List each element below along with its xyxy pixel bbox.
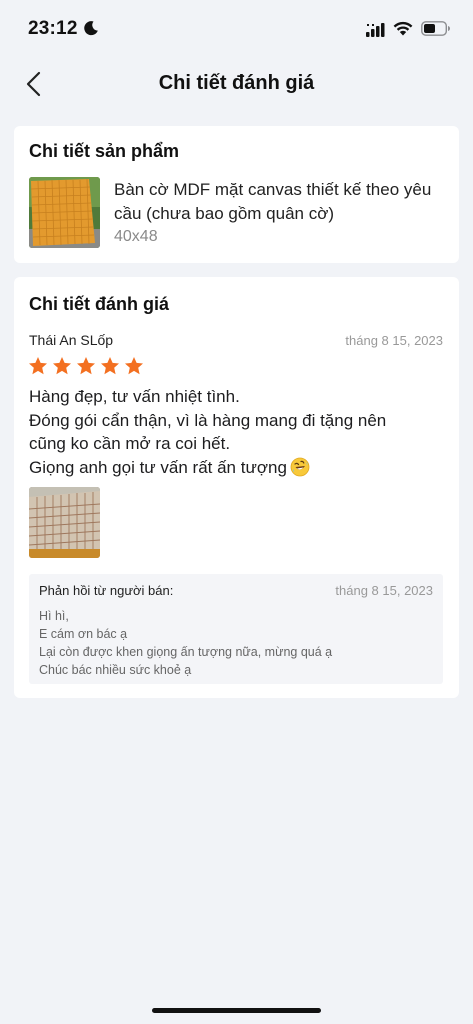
review-line: Đóng gói cẩn thận, vì là hàng mang đi tặ… bbox=[29, 410, 387, 430]
review-line: Giọng anh gọi tư vấn rất ấn tượng bbox=[29, 457, 287, 477]
star-icon bbox=[125, 357, 143, 375]
product-card: Chi tiết sản phẩm Bàn cờ MDF mặt canvas … bbox=[14, 126, 459, 263]
signal-icon bbox=[366, 23, 385, 37]
page-title: Chi tiết đánh giá bbox=[158, 72, 315, 94]
moon-icon bbox=[84, 21, 98, 36]
seller-reply-label: Phản hồi từ người bán: bbox=[39, 583, 174, 598]
star-icon bbox=[77, 357, 95, 375]
seller-reply-line: Lại còn được khen giọng ấn tượng nữa, mừ… bbox=[39, 645, 333, 659]
wifi-icon bbox=[393, 21, 413, 36]
seller-reply-text: Hì hì, E cám ơn bác ạ Lại còn được khen … bbox=[39, 607, 332, 679]
seller-reply-line: Chúc bác nhiều sức khoẻ ạ bbox=[39, 663, 192, 677]
review-image bbox=[29, 487, 100, 558]
review-line: Hàng đẹp, tư vấn nhiệt tình. bbox=[29, 387, 240, 406]
product-name[interactable]: Bàn cờ MDF mặt canvas thiết kế theo yêu … bbox=[114, 178, 444, 226]
product-variant: 40x48 bbox=[114, 228, 158, 245]
product-image bbox=[29, 177, 100, 248]
seller-reply-line: Hì hì, bbox=[39, 609, 69, 623]
review-text: Hàng đẹp, tư vấn nhiệt tình. Đóng gói cẩ… bbox=[29, 385, 449, 479]
review-card: Chi tiết đánh giá Thái An SLốp tháng 8 1… bbox=[14, 277, 459, 698]
review-photo[interactable] bbox=[29, 487, 100, 558]
rolling-on-floor-laughing-emoji-icon bbox=[290, 457, 310, 476]
star-icon bbox=[29, 357, 47, 375]
product-section-heading: Chi tiết sản phẩm bbox=[29, 141, 180, 161]
seller-reply-date: tháng 8 15, 2023 bbox=[335, 583, 433, 598]
rating-stars bbox=[28, 356, 144, 376]
seller-reply-line: E cám ơn bác ạ bbox=[39, 627, 128, 641]
review-section-heading: Chi tiết đánh giá bbox=[29, 294, 170, 314]
review-date: tháng 8 15, 2023 bbox=[345, 333, 443, 348]
nav-bar: Chi tiết đánh giá bbox=[0, 60, 473, 108]
status-bar: 23:12 bbox=[0, 0, 473, 60]
star-icon bbox=[53, 357, 71, 375]
home-indicator[interactable] bbox=[152, 1008, 321, 1013]
battery-icon bbox=[421, 21, 450, 36]
reviewer-name: Thái An SLốp bbox=[29, 332, 114, 348]
status-time: 23:12 bbox=[28, 18, 78, 39]
review-line: cũng ko cần mở ra coi hết. bbox=[29, 434, 231, 453]
product-thumbnail[interactable] bbox=[29, 177, 100, 248]
star-icon bbox=[101, 357, 119, 375]
seller-reply: Phản hồi từ người bán: tháng 8 15, 2023 … bbox=[29, 574, 443, 684]
